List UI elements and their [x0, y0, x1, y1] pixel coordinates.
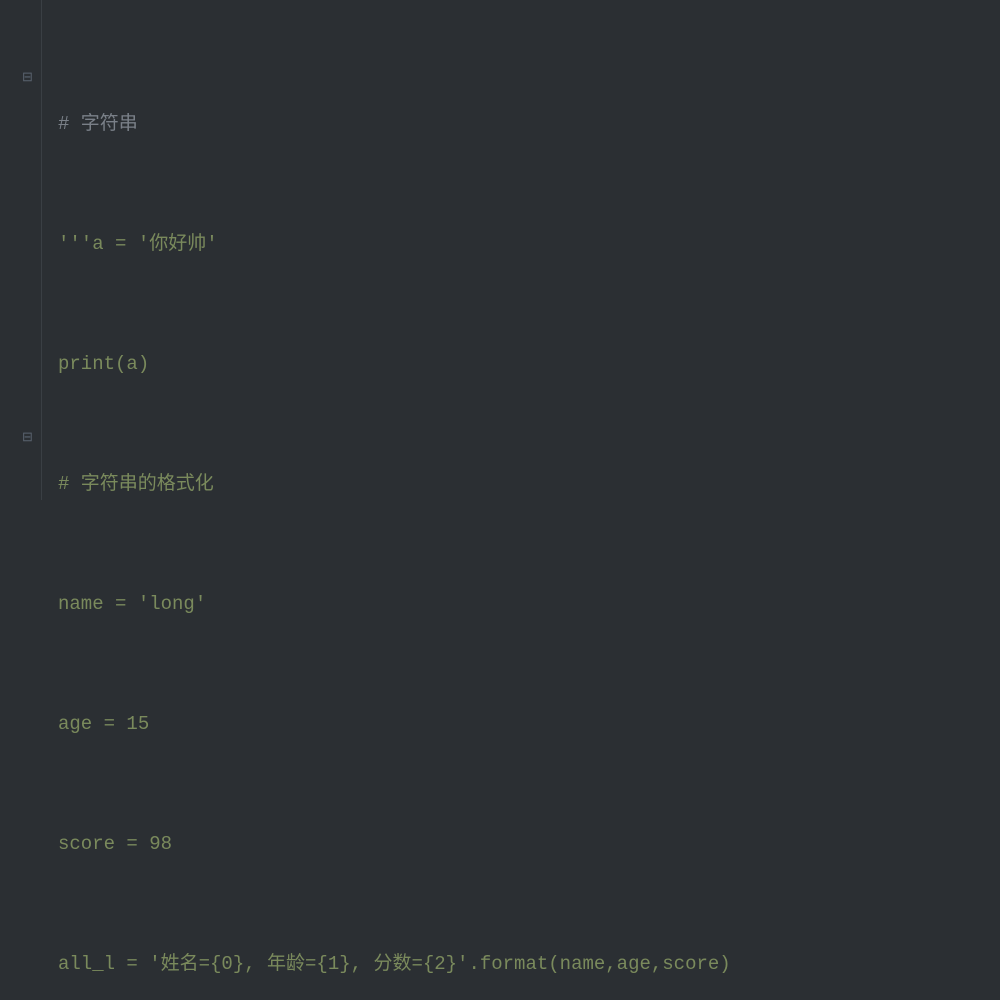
- string-text: age = 15: [58, 713, 149, 735]
- string-text: # 字符串的格式化: [58, 473, 214, 495]
- code-line[interactable]: name = 'long': [50, 584, 1000, 624]
- code-line[interactable]: age = 15: [50, 704, 1000, 744]
- code-line[interactable]: # 字符串: [50, 104, 1000, 144]
- editor-gutter: ⊟ ⊟: [0, 0, 42, 500]
- code-line[interactable]: # 字符串的格式化: [50, 464, 1000, 504]
- code-line[interactable]: all_l = '姓名={0}, 年龄={1}, 分数={2}'.format(…: [50, 944, 1000, 984]
- code-line[interactable]: score = 98: [50, 824, 1000, 864]
- fold-icon[interactable]: ⊟: [22, 70, 33, 85]
- string-text: name = 'long': [58, 593, 206, 615]
- string-text: score = 98: [58, 833, 172, 855]
- code-editor[interactable]: # 字符串 '''a = '你好帅' print(a) # 字符串的格式化 na…: [50, 0, 1000, 500]
- comment-text: # 字符串: [58, 113, 138, 135]
- string-text: all_l = '姓名={0}, 年龄={1}, 分数={2}'.format(…: [58, 953, 731, 975]
- code-line[interactable]: '''a = '你好帅': [50, 224, 1000, 264]
- code-line[interactable]: print(a): [50, 344, 1000, 384]
- string-text: '''a = '你好帅': [58, 233, 218, 255]
- fold-icon[interactable]: ⊟: [22, 430, 33, 445]
- string-text: print(a): [58, 353, 149, 375]
